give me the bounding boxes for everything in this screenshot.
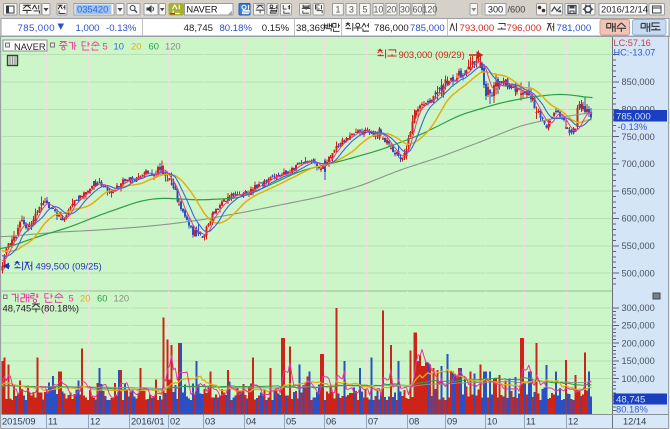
svg-text:796,000: 796,000 xyxy=(507,23,542,34)
svg-text:850,000: 850,000 xyxy=(622,77,655,87)
svg-text:-0.13%: -0.13% xyxy=(618,121,648,132)
svg-text:785,000: 785,000 xyxy=(410,23,445,34)
svg-text:5: 5 xyxy=(362,4,367,14)
svg-text:NAVER: NAVER xyxy=(187,4,218,14)
svg-text:08: 08 xyxy=(409,417,419,427)
svg-text:785,000: 785,000 xyxy=(18,23,55,34)
svg-text:80.18%: 80.18% xyxy=(616,403,648,414)
svg-text:650,000: 650,000 xyxy=(622,186,655,196)
svg-text:NAVER: NAVER xyxy=(14,41,46,52)
svg-text:10: 10 xyxy=(487,417,497,427)
svg-text:300: 300 xyxy=(488,4,503,14)
svg-text:38,369: 38,369 xyxy=(296,23,325,34)
svg-text:781,000: 781,000 xyxy=(557,23,592,34)
svg-text:02: 02 xyxy=(170,417,180,427)
svg-text:60: 60 xyxy=(149,41,159,52)
svg-text:150,000: 150,000 xyxy=(622,356,655,366)
svg-text:100,000: 100,000 xyxy=(622,374,655,384)
svg-text:120: 120 xyxy=(423,4,438,14)
svg-text:786,000: 786,000 xyxy=(374,23,409,34)
svg-text:035420: 035420 xyxy=(77,4,108,15)
svg-text:(80.18%): (80.18%) xyxy=(41,303,79,314)
svg-text:09: 09 xyxy=(447,417,457,427)
svg-text:793,000: 793,000 xyxy=(460,23,495,34)
svg-text:12: 12 xyxy=(90,417,100,427)
svg-text:03: 03 xyxy=(205,417,215,427)
svg-text:700,000: 700,000 xyxy=(622,159,655,169)
svg-text:20: 20 xyxy=(80,293,90,304)
svg-text:750,000: 750,000 xyxy=(622,132,655,142)
svg-text:48,745: 48,745 xyxy=(184,23,213,34)
svg-text:-0.13%: -0.13% xyxy=(106,23,137,34)
svg-text:12: 12 xyxy=(568,417,578,427)
svg-text:300,000: 300,000 xyxy=(622,303,655,313)
svg-text:LC:57.16: LC:57.16 xyxy=(614,38,651,48)
svg-text:2015/09: 2015/09 xyxy=(2,417,36,427)
svg-text:250,000: 250,000 xyxy=(622,321,655,331)
svg-text:12/14: 12/14 xyxy=(623,417,646,427)
svg-text:2016/01: 2016/01 xyxy=(131,417,165,427)
svg-text:3: 3 xyxy=(349,4,354,14)
svg-text:600,000: 600,000 xyxy=(622,214,655,224)
svg-text:10: 10 xyxy=(114,41,124,52)
svg-text:903,000 (09/29): 903,000 (09/29) xyxy=(399,49,465,60)
svg-text:60: 60 xyxy=(97,293,107,304)
svg-text:500,000: 500,000 xyxy=(622,268,655,278)
svg-text:120: 120 xyxy=(165,41,181,52)
svg-text:120: 120 xyxy=(114,293,130,304)
svg-text:/600: /600 xyxy=(508,4,526,14)
svg-text:06: 06 xyxy=(326,417,336,427)
svg-text:10: 10 xyxy=(374,4,384,14)
svg-text:20: 20 xyxy=(387,4,397,14)
svg-text:04: 04 xyxy=(246,417,256,427)
svg-text:HC:-13.07: HC:-13.07 xyxy=(614,48,656,58)
svg-text:20: 20 xyxy=(131,41,141,52)
svg-text:499,500 (09/25): 499,500 (09/25) xyxy=(36,260,102,271)
svg-text:200,000: 200,000 xyxy=(622,338,655,348)
svg-text:07: 07 xyxy=(368,417,378,427)
svg-text:48,745: 48,745 xyxy=(3,303,32,314)
svg-text:2016/12/14: 2016/12/14 xyxy=(601,3,648,14)
svg-text:11: 11 xyxy=(526,417,536,427)
svg-text:60: 60 xyxy=(413,4,423,14)
svg-text:80.18%: 80.18% xyxy=(219,23,252,34)
svg-text:5: 5 xyxy=(103,41,108,52)
svg-text:30: 30 xyxy=(400,4,410,14)
svg-text:11: 11 xyxy=(48,417,58,427)
svg-text:1: 1 xyxy=(335,4,340,14)
svg-text:0.15%: 0.15% xyxy=(262,23,290,34)
svg-text:1,000: 1,000 xyxy=(76,23,100,34)
svg-text:05: 05 xyxy=(286,417,296,427)
svg-text:550,000: 550,000 xyxy=(622,241,655,251)
